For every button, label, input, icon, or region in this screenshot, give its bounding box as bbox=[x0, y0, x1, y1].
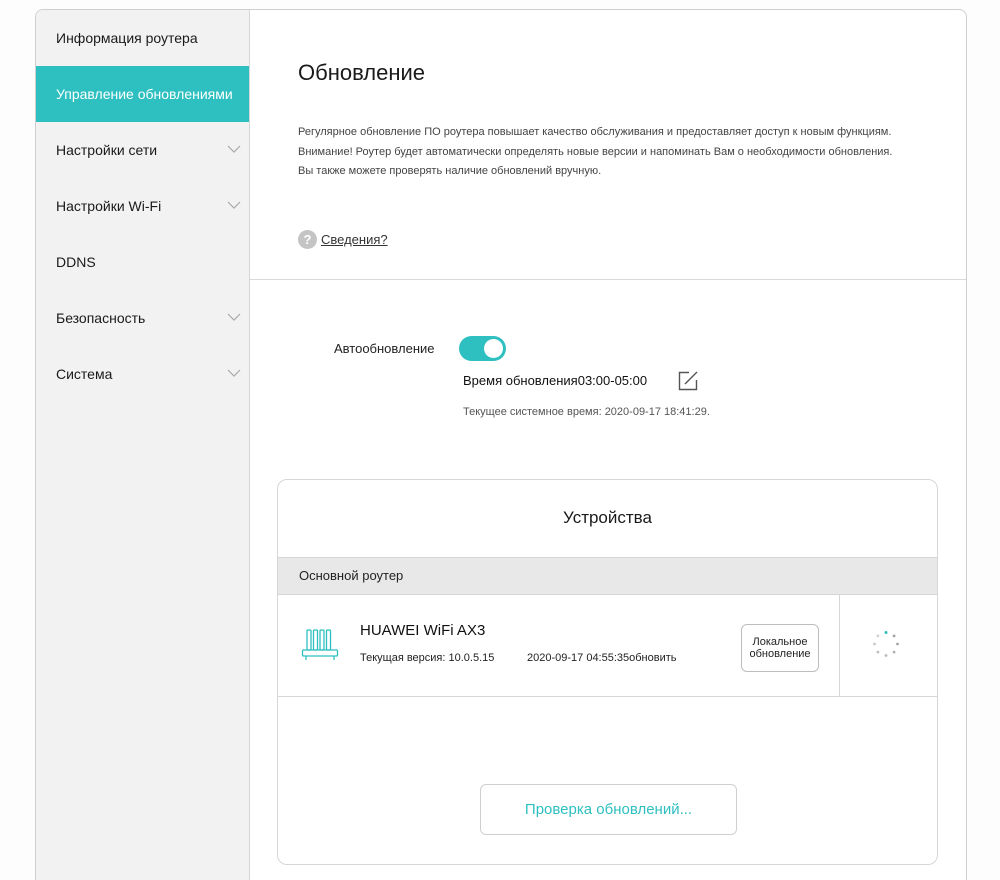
sidebar-item-ddns[interactable]: DDNS bbox=[36, 234, 249, 290]
device-row: HUAWEI WiFi AX3 Текущая версия: 10.0.5.1… bbox=[278, 595, 937, 697]
chevron-down-icon bbox=[227, 366, 241, 380]
sidebar: Информация роутера Управление обновления… bbox=[36, 10, 250, 880]
sidebar-item-router-info[interactable]: Информация роутера bbox=[36, 10, 249, 66]
toggle-knob bbox=[484, 339, 503, 358]
local-update-label-line2: обновление bbox=[749, 648, 811, 660]
sidebar-item-label: Безопасность bbox=[56, 310, 146, 326]
loading-spinner-icon bbox=[872, 630, 900, 658]
sidebar-item-security[interactable]: Безопасность bbox=[36, 290, 249, 346]
sidebar-item-network-settings[interactable]: Настройки сети bbox=[36, 122, 249, 178]
page-title: Обновление bbox=[298, 60, 426, 85]
description-paragraph: Регулярное обновление ПО роутера повышае… bbox=[298, 126, 892, 138]
description-warning: Внимание! Роутер будет автоматически опр… bbox=[298, 145, 893, 178]
router-admin-window: Информация роутера Управление обновления… bbox=[35, 9, 967, 880]
sidebar-item-label: Настройки сети bbox=[56, 142, 158, 158]
update-time-window: Время обновления03:00-05:00 bbox=[463, 373, 648, 388]
sidebar-item-label: Управление обновлениями bbox=[56, 86, 233, 102]
local-update-button[interactable]: Локальное обновление bbox=[741, 624, 819, 672]
details-link-row: ? Сведения? bbox=[298, 230, 388, 249]
local-update-label-line1: Локальное bbox=[752, 636, 808, 648]
sidebar-item-label: Настройки Wi-Fi bbox=[56, 198, 162, 214]
help-icon: ? bbox=[298, 230, 317, 249]
section-divider bbox=[250, 279, 966, 280]
details-link[interactable]: Сведения? bbox=[321, 232, 388, 247]
devices-title: Устройства bbox=[563, 508, 652, 527]
auto-update-toggle[interactable] bbox=[459, 336, 506, 361]
firmware-date: 2020-09-17 04:55:35обновить bbox=[527, 652, 677, 664]
sidebar-item-update-management[interactable]: Управление обновлениями bbox=[36, 66, 249, 122]
sidebar-item-label: Система bbox=[56, 366, 113, 382]
sidebar-item-system[interactable]: Система bbox=[36, 346, 249, 402]
auto-update-label: Автообновление bbox=[334, 341, 435, 356]
sidebar-item-wifi-settings[interactable]: Настройки Wi-Fi bbox=[36, 178, 249, 234]
main-router-header: Основной роутер bbox=[278, 557, 937, 595]
sidebar-item-label: DDNS bbox=[56, 254, 96, 270]
device-name: HUAWEI WiFi AX3 bbox=[360, 622, 486, 639]
system-time: Текущее системное время: 2020-09-17 18:4… bbox=[463, 406, 710, 418]
column-divider bbox=[839, 595, 840, 697]
current-version: Текущая версия: 10.0.5.15 bbox=[360, 652, 495, 664]
sidebar-item-label: Информация роутера bbox=[56, 30, 198, 46]
chevron-down-icon bbox=[227, 310, 241, 324]
check-updates-button[interactable]: Проверка обновлений... bbox=[480, 784, 737, 835]
update-description: Регулярное обновление ПО роутера повышае… bbox=[298, 123, 898, 182]
devices-panel: Устройства Основной роутер HUAWEI WiFi A… bbox=[277, 479, 938, 865]
main-content: Обновление Регулярное обновление ПО роут… bbox=[250, 10, 966, 880]
chevron-down-icon bbox=[227, 142, 241, 156]
edit-icon[interactable] bbox=[677, 370, 699, 392]
chevron-down-icon bbox=[227, 198, 241, 212]
router-icon bbox=[301, 628, 339, 662]
